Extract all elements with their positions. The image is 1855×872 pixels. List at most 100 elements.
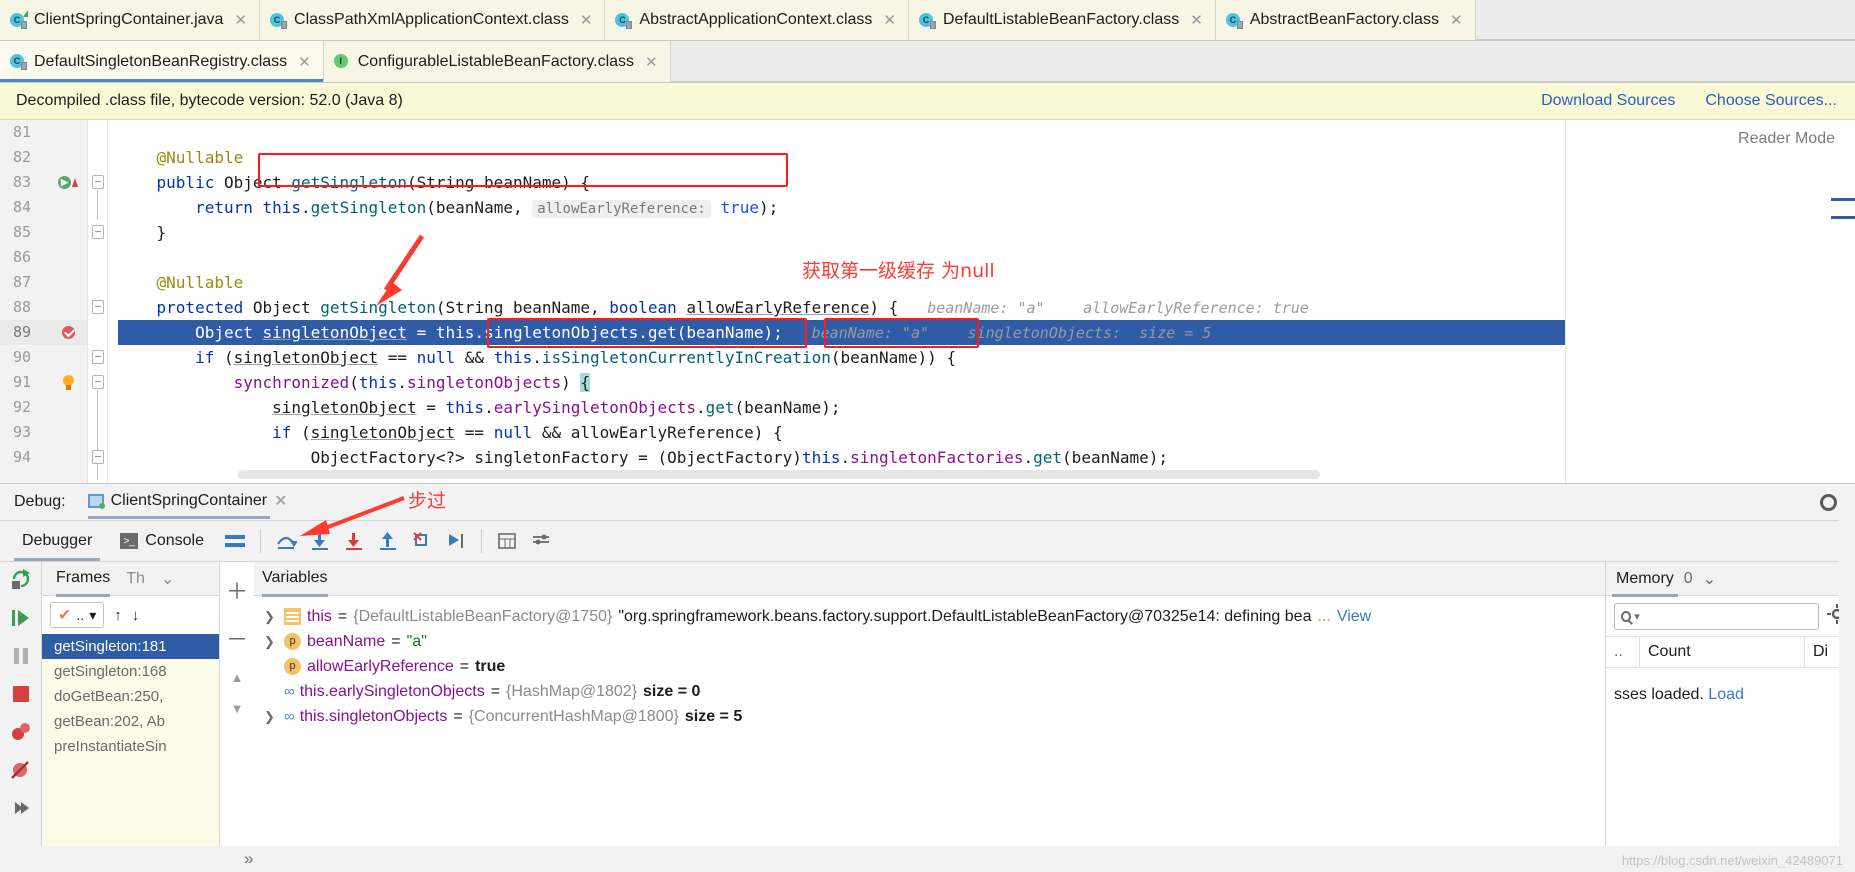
list-item[interactable]: preInstantiateSin	[42, 734, 219, 759]
editor-tab-classpathxmlapplicationcontext[interactable]: C ClassPathXmlApplicationContext.class ✕	[260, 0, 606, 40]
frame-down-icon[interactable]: ↓	[132, 607, 140, 624]
line-number: 88	[12, 298, 31, 316]
fold-marker-icon[interactable]	[92, 300, 104, 314]
reader-mode-label[interactable]: Reader Mode	[1738, 130, 1835, 148]
variables-tree[interactable]: ❯ this = {DefaultListableBeanFactory@175…	[254, 596, 1605, 846]
editor-horizontal-scrollbar[interactable]	[238, 470, 1320, 479]
mute-breakpoints-icon[interactable]	[10, 760, 32, 784]
editor-gutter[interactable]: 81 82 83 84 85 86 87 88 89 90 91 92 93 9…	[0, 120, 88, 483]
list-item[interactable]: getSingleton:168	[42, 659, 219, 684]
close-icon[interactable]: ✕	[580, 11, 593, 29]
debug-session-name: ClientSpringContainer	[110, 492, 268, 509]
view-breakpoints-icon[interactable]	[10, 722, 32, 746]
code-editor[interactable]: 81 82 83 84 85 86 87 88 89 90 91 92 93 9…	[0, 120, 1855, 483]
tab-debugger[interactable]: Debugger	[8, 521, 106, 561]
expand-frames-icon[interactable]: »	[244, 849, 253, 869]
settings-icon[interactable]	[529, 529, 553, 553]
column-header[interactable]: Count	[1640, 637, 1805, 667]
minimap-marker[interactable]	[1831, 216, 1855, 219]
ide-window: C ClientSpringContainer.java ✕ C ClassPa…	[0, 0, 1855, 872]
table-row[interactable]: ❯ p beanName = "a"	[254, 629, 1605, 654]
column-header[interactable]: ..	[1606, 637, 1640, 667]
chevron-down-icon[interactable]: ▾	[1634, 610, 1640, 623]
editor-fold-column[interactable]	[88, 120, 108, 483]
chevron-down-icon[interactable]: ⌄	[1703, 569, 1716, 589]
step-over-icon[interactable]	[274, 529, 298, 553]
fold-marker-icon[interactable]	[92, 350, 104, 364]
field-badge-icon: ∞	[284, 683, 295, 700]
memory-search-field[interactable]	[1642, 607, 1812, 625]
debug-toolbar: Debugger >_ Console	[0, 520, 1855, 562]
thread-selector[interactable]: ✔ .. ▾	[50, 602, 105, 628]
move-down-button[interactable]: ▼	[231, 701, 244, 716]
breakpoint-icon[interactable]	[56, 320, 80, 345]
minimap-marker[interactable]	[1831, 198, 1855, 201]
table-row[interactable]: ❯ p allowEarlyReference = true	[254, 654, 1605, 679]
rerun-debug-icon[interactable]	[10, 568, 32, 594]
chevron-right-icon[interactable]: ❯	[264, 629, 278, 654]
fold-marker-icon[interactable]	[92, 175, 104, 189]
close-icon[interactable]: ✕	[274, 491, 287, 511]
editor-tab-defaultlistablebeanfactory[interactable]: C DefaultListableBeanFactory.class ✕	[908, 0, 1216, 40]
view-link[interactable]: View	[1337, 604, 1371, 629]
editor-tab-client-spring-container[interactable]: C ClientSpringContainer.java ✕	[0, 0, 261, 40]
layout-icon[interactable]	[223, 529, 247, 553]
remove-watch-button[interactable]: －	[226, 622, 248, 654]
tab-frames[interactable]: Frames	[56, 569, 111, 597]
editor-tab-configurablelistablebeanfactory[interactable]: I ConfigurableListableBeanFactory.class …	[323, 41, 671, 82]
evaluate-expression-icon[interactable]	[495, 529, 519, 553]
list-item[interactable]: doGetBean:250,	[42, 684, 219, 709]
close-icon[interactable]: ✕	[234, 11, 247, 29]
run-to-cursor-icon[interactable]	[444, 529, 468, 553]
chevron-down-icon[interactable]: ⌄	[161, 569, 174, 589]
close-icon[interactable]: ✕	[645, 53, 658, 71]
chevron-right-icon[interactable]: ❯	[264, 704, 278, 729]
tab-threads[interactable]: Th	[126, 570, 145, 588]
table-row[interactable]: ❯ this = {DefaultListableBeanFactory@175…	[254, 604, 1605, 629]
move-up-button[interactable]: ▲	[231, 670, 244, 685]
run-method-gutter-icon[interactable]: ▶	[56, 170, 80, 195]
close-icon[interactable]: ✕	[883, 11, 896, 29]
variable-type: {ConcurrentHashMap@1800}	[468, 708, 679, 725]
restore-layout-icon[interactable]	[11, 798, 31, 822]
table-row[interactable]: ❯ ∞ this.earlySingletonObjects = {HashMa…	[254, 679, 1605, 704]
step-into-icon[interactable]	[308, 529, 332, 553]
fold-marker-icon[interactable]	[92, 225, 104, 239]
variable-name: this.earlySingletonObjects	[299, 683, 485, 700]
table-row[interactable]: ❯ ∞ this.singletonObjects = {ConcurrentH…	[254, 704, 1605, 729]
tab-variables[interactable]: Variables	[262, 569, 328, 597]
editor-tab-abstractapplicationcontext[interactable]: C AbstractApplicationContext.class ✕	[605, 0, 909, 40]
step-out-icon[interactable]	[376, 529, 400, 553]
field-badge-icon: ∞	[284, 708, 295, 725]
force-step-into-icon[interactable]	[342, 529, 366, 553]
variable-name: this.singletonObjects	[299, 708, 448, 725]
close-icon[interactable]: ✕	[298, 53, 311, 71]
editor-tab-defaultsingletonbeanregistry[interactable]: C DefaultSingletonBeanRegistry.class ✕	[0, 41, 324, 82]
close-icon[interactable]: ✕	[1190, 11, 1203, 29]
parameter-badge-icon: p	[284, 658, 301, 675]
list-item[interactable]: getSingleton:181	[42, 634, 219, 659]
chevron-right-icon[interactable]: ❯	[264, 604, 278, 629]
fold-marker-icon[interactable]	[92, 375, 104, 389]
add-watch-button[interactable]: ＋	[226, 574, 248, 606]
editor-tab-abstractbeanfactory[interactable]: C AbstractBeanFactory.class ✕	[1215, 0, 1476, 40]
close-icon[interactable]: ✕	[1450, 11, 1463, 29]
resume-program-icon[interactable]	[10, 608, 32, 632]
load-classes-link[interactable]: Load	[1708, 686, 1744, 703]
download-sources-link[interactable]: Download Sources	[1541, 92, 1675, 110]
pause-program-icon[interactable]	[11, 646, 31, 670]
stop-icon[interactable]	[11, 684, 31, 708]
gear-icon[interactable]	[1820, 493, 1837, 511]
intention-bulb-icon[interactable]	[56, 370, 80, 395]
fold-marker-icon[interactable]	[92, 450, 104, 464]
frame-up-icon[interactable]: ↑	[114, 607, 122, 624]
memory-search-input[interactable]: ▾	[1614, 602, 1819, 630]
choose-sources-link[interactable]: Choose Sources...	[1705, 92, 1837, 110]
tab-console[interactable]: >_ Console	[106, 521, 218, 561]
tab-label: AbstractBeanFactory.class	[1249, 11, 1439, 28]
drop-frame-icon[interactable]	[410, 529, 434, 553]
debug-session-tab[interactable]: ClientSpringContainer ✕	[87, 491, 288, 519]
tab-memory[interactable]: Memory	[1612, 570, 1678, 597]
list-item[interactable]: getBean:202, Ab	[42, 709, 219, 734]
frames-list[interactable]: getSingleton:181 getSingleton:168 doGetB…	[42, 634, 219, 846]
